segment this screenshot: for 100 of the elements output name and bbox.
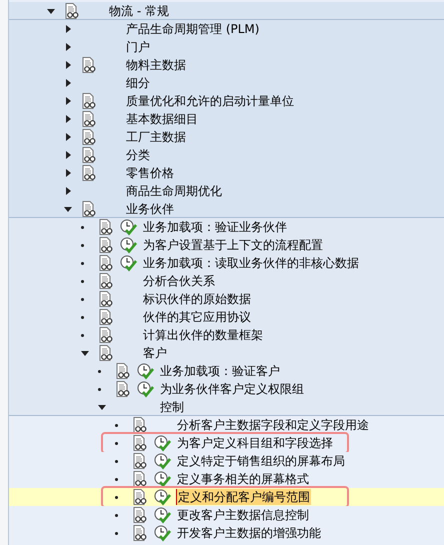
tree-row[interactable]: 物料主数据 [9, 56, 444, 74]
document-glasses-icon[interactable] [81, 165, 97, 181]
clock-check-icon[interactable] [154, 434, 171, 452]
tree-row[interactable]: 控制 [9, 398, 444, 416]
expand-arrow-icon[interactable] [64, 115, 72, 123]
tree-row[interactable]: 业务加载项：验证客户 [9, 362, 444, 380]
tree-item-label[interactable]: 定义特定于销售组织的屏幕布局 [176, 453, 346, 469]
tree-row[interactable]: 业务加载项：验证业务伙伴 [9, 218, 444, 236]
tree-row[interactable]: 物流 - 常规 [9, 2, 444, 20]
expand-arrow-icon[interactable] [64, 43, 72, 51]
tree-item-label[interactable]: 商品生命周期优化 [125, 183, 223, 199]
tree-item-label[interactable]: 为业务伙伴客户定义权限组 [159, 381, 305, 397]
expand-arrow-icon[interactable] [64, 61, 72, 69]
tree-item-label[interactable]: 质量优化和允许的启动计量单位 [125, 93, 295, 109]
expand-arrow-icon[interactable] [64, 79, 72, 87]
tree-item-label[interactable]: 控制 [159, 398, 185, 414]
document-glasses-icon[interactable] [98, 291, 114, 307]
clock-check-icon[interactable] [120, 236, 137, 254]
tree-item-label[interactable]: 物流 - 常规 [108, 2, 170, 18]
collapse-arrow-icon[interactable] [64, 204, 72, 212]
tree-item-label[interactable]: 工厂主数据 [125, 129, 187, 145]
document-glasses-icon[interactable] [98, 345, 114, 361]
tree-item-label[interactable]: 产品生命周期管理 (PLM) [125, 21, 260, 37]
tree-item-label[interactable]: 定义和分配客户编号范围 [176, 489, 311, 505]
clock-check-icon[interactable] [120, 218, 137, 236]
expand-arrow-icon[interactable] [64, 25, 72, 33]
tree-item-label[interactable]: 为客户定义科目组和字段选择 [176, 435, 334, 451]
tree-item-label[interactable]: 分类 [125, 147, 151, 163]
tree-row[interactable]: 分类 [9, 146, 444, 164]
tree-row[interactable]: 零售价格 [9, 164, 444, 182]
document-glasses-icon[interactable] [98, 219, 114, 235]
document-glasses-icon[interactable] [81, 147, 97, 163]
clock-check-icon[interactable] [137, 380, 154, 398]
tree-item-label[interactable]: 定义事务相关的屏幕格式 [176, 471, 310, 487]
tree-row[interactable]: 计算出伙伴的数量框架 [9, 326, 444, 344]
tree-row[interactable]: 细分 [9, 74, 444, 92]
tree-item-label[interactable]: 为客户设置基于上下文的流程配置 [142, 237, 324, 253]
tree-row[interactable]: 分析合伙关系 [9, 272, 444, 290]
clock-check-icon[interactable] [154, 506, 171, 524]
expand-arrow-icon[interactable] [64, 133, 72, 141]
tree-item-label[interactable]: 标识伙伴的原始数据 [142, 291, 252, 307]
tree-row[interactable]: 产品生命周期管理 (PLM) [9, 20, 444, 38]
tree-row[interactable]: 质量优化和允许的启动计量单位 [9, 92, 444, 110]
tree-item-label[interactable]: 物料主数据 [125, 57, 187, 73]
tree-item-label[interactable]: 业务加载项：验证客户 [159, 363, 281, 379]
expand-arrow-icon[interactable] [64, 151, 72, 159]
tree-row[interactable]: 为业务伙伴客户定义权限组 [9, 380, 444, 398]
clock-check-icon[interactable] [154, 524, 171, 542]
document-glasses-icon[interactable] [81, 57, 97, 73]
document-glasses-icon[interactable] [132, 489, 148, 505]
collapse-arrow-icon[interactable] [81, 349, 89, 357]
tree-row[interactable]: 定义和分配客户编号范围 [9, 488, 444, 506]
tree-row[interactable]: 标识伙伴的原始数据 [9, 290, 444, 308]
tree-row[interactable]: 伙伴的其它应用协议 [9, 308, 444, 326]
document-glasses-icon[interactable] [132, 525, 148, 541]
document-glasses-icon[interactable] [98, 309, 114, 325]
tree-row[interactable]: 工厂主数据 [9, 128, 444, 146]
document-glasses-icon[interactable] [115, 363, 131, 379]
tree-item-label[interactable]: 分析合伙关系 [142, 273, 216, 289]
document-glasses-icon[interactable] [81, 93, 97, 109]
tree-row[interactable]: 门户 [9, 38, 444, 56]
document-glasses-icon[interactable] [98, 237, 114, 253]
tree-item-label[interactable]: 零售价格 [125, 165, 175, 181]
document-glasses-icon[interactable] [132, 417, 148, 433]
clock-check-icon[interactable] [154, 470, 171, 488]
document-glasses-icon[interactable] [98, 327, 114, 343]
tree-item-label[interactable]: 基本数据细目 [125, 111, 199, 127]
document-glasses-icon[interactable] [81, 129, 97, 145]
document-glasses-icon[interactable] [132, 471, 148, 487]
clock-check-icon[interactable] [154, 452, 171, 470]
expand-arrow-icon[interactable] [64, 187, 72, 195]
collapse-arrow-icon[interactable] [47, 6, 55, 14]
collapse-arrow-icon[interactable] [98, 402, 106, 410]
tree-row[interactable]: 客户 [9, 344, 444, 362]
tree-row[interactable]: 业务伙伴 [9, 200, 444, 218]
tree-item-label[interactable]: 分析客户主数据字段和定义字段用途 [176, 417, 370, 433]
document-glasses-icon[interactable] [81, 200, 97, 216]
tree-item-label[interactable]: 客户 [142, 345, 168, 361]
tree-item-label[interactable]: 细分 [125, 75, 151, 91]
tree-item-label[interactable]: 伙伴的其它应用协议 [142, 309, 252, 325]
document-glasses-icon[interactable] [81, 111, 97, 127]
tree-row[interactable]: 业务加载项：读取业务伙伴的非核心数据 [9, 254, 444, 272]
tree-row[interactable]: 为客户设置基于上下文的流程配置 [9, 236, 444, 254]
tree-item-label[interactable]: 更改客户主数据信息控制 [176, 507, 310, 523]
expand-arrow-icon[interactable] [64, 169, 72, 177]
clock-check-icon[interactable] [120, 254, 137, 272]
document-glasses-icon[interactable] [132, 435, 148, 451]
document-glasses-icon[interactable] [132, 507, 148, 523]
tree-row[interactable]: 基本数据细目 [9, 110, 444, 128]
document-glasses-icon[interactable] [115, 381, 131, 397]
tree-row[interactable]: 商品生命周期优化 [9, 182, 444, 200]
tree-item-label[interactable]: 业务伙伴 [125, 200, 175, 216]
tree-item-label[interactable]: 计算出伙伴的数量框架 [142, 327, 264, 343]
tree-item-label[interactable]: 门户 [125, 39, 151, 55]
document-glasses-icon[interactable] [98, 273, 114, 289]
tree-item-label[interactable]: 业务加载项：验证业务伙伴 [142, 219, 288, 235]
clock-check-icon[interactable] [154, 488, 171, 506]
tree-item-label[interactable]: 业务加载项：读取业务伙伴的非核心数据 [142, 255, 360, 271]
document-glasses-icon[interactable] [132, 453, 148, 469]
tree-item-label[interactable]: 开发客户主数据的增强功能 [176, 525, 322, 541]
